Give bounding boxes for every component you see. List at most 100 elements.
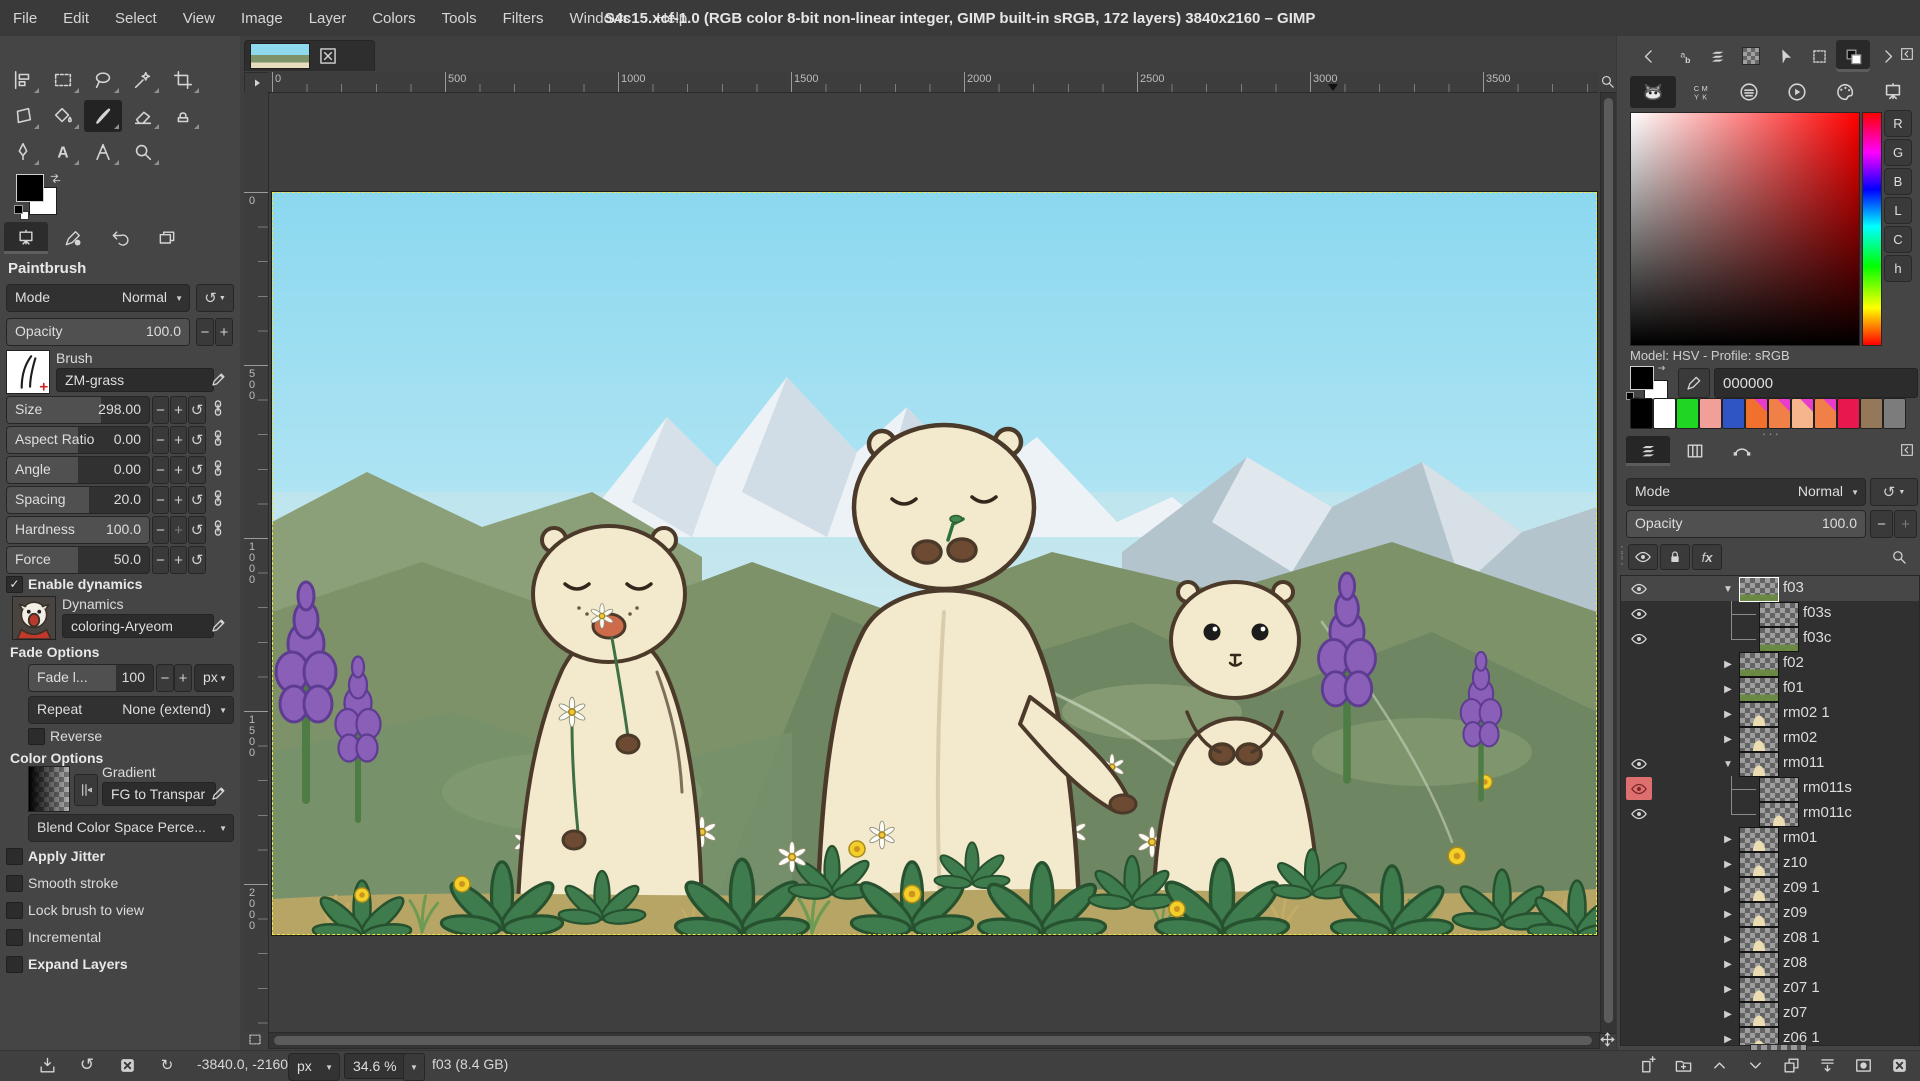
layer-row-z09_1[interactable]: ▶z09 1 — [1621, 876, 1919, 901]
tool-free-select[interactable] — [84, 64, 122, 96]
tool-clone[interactable] — [164, 100, 202, 132]
menu-select[interactable]: Select — [102, 10, 170, 27]
raise-button[interactable] — [1702, 1052, 1736, 1078]
tool-bucket-fill[interactable] — [44, 100, 82, 132]
tool-measure[interactable] — [84, 136, 122, 168]
layer-thumbnail[interactable] — [1759, 777, 1799, 802]
zoom-fit-corner-button[interactable] — [1599, 73, 1616, 90]
tool-fuzzy-select[interactable] — [124, 64, 162, 96]
mode-switch-button[interactable]: ↺▼ — [196, 284, 234, 312]
layer-mode-dropdown[interactable]: Mode Normal ▼ — [1626, 478, 1866, 506]
panel-tab-paths[interactable] — [1720, 436, 1764, 466]
reset-button[interactable]: ↻ — [150, 1052, 184, 1078]
layer-expander[interactable]: ▶ — [1720, 956, 1736, 972]
channel-button-R[interactable]: R — [1884, 110, 1912, 137]
layer-row-z07[interactable]: ▶z07 — [1621, 1001, 1919, 1026]
swatch-3[interactable] — [1699, 398, 1722, 429]
layer-visibility-toggle[interactable] — [1626, 777, 1652, 800]
layer-thumbnail[interactable] — [1739, 977, 1779, 1002]
aspect-ratio-slider[interactable]: Aspect Ratio 0.00 — [6, 426, 150, 454]
panel-resize-handle[interactable]: ⋮⋮ — [1615, 548, 1629, 562]
layer-expander[interactable]: ▶ — [1720, 656, 1736, 672]
channel-button-G[interactable]: G — [1884, 139, 1912, 166]
hardness-link-button[interactable] — [208, 518, 228, 541]
layer-thumbnail[interactable] — [1739, 927, 1779, 952]
layer-row-rm011s[interactable]: rm011s — [1621, 776, 1919, 801]
gradient-edit-icon[interactable] — [210, 784, 228, 802]
channel-button-B[interactable]: B — [1884, 168, 1912, 195]
dock-tab-device-status[interactable] — [51, 222, 95, 254]
force-increase-button[interactable]: + — [170, 546, 187, 574]
layer-row-z09[interactable]: ▶z09 — [1621, 901, 1919, 926]
tool-ink[interactable] — [4, 136, 42, 168]
layer-row-rm02_1[interactable]: ▶rm02 1 — [1621, 701, 1919, 726]
paint-mode-dropdown[interactable]: Mode Normal ▼ — [6, 284, 190, 312]
layer-row-z08_1[interactable]: ▶z08 1 — [1621, 926, 1919, 951]
layer-thumbnail[interactable] — [1739, 702, 1779, 727]
swap-colors-icon[interactable] — [48, 172, 63, 185]
layer-expander[interactable]: ▶ — [1720, 706, 1736, 722]
angle-reset-button[interactable]: ↺ — [188, 456, 206, 484]
fade-length-slider[interactable]: Fade l... 100 — [28, 664, 154, 692]
aspect-ratio-decrease-button[interactable]: − — [152, 426, 169, 454]
tool-text[interactable]: A — [44, 136, 82, 168]
layer-thumbnail[interactable] — [1739, 877, 1779, 902]
layer-thumbnail[interactable] — [1739, 1002, 1779, 1027]
dock-tab-patterns[interactable] — [1734, 40, 1768, 72]
layer-mode-switch-button[interactable]: ↺▼ — [1870, 478, 1918, 506]
angle-decrease-button[interactable]: − — [152, 456, 169, 484]
opacity-decrease-button[interactable]: − — [196, 318, 214, 346]
hue-bar[interactable] — [1862, 112, 1882, 346]
layer-opacity-slider[interactable]: Opacity 100.0 — [1626, 510, 1866, 538]
layer-visibility-toggle[interactable] — [1626, 952, 1652, 975]
swatch-8[interactable] — [1814, 398, 1837, 429]
channel-button-h[interactable]: h — [1884, 255, 1912, 282]
layer-thumbnail[interactable] — [1739, 652, 1779, 677]
layer-expander[interactable]: ▶ — [1720, 731, 1736, 747]
image-tab[interactable] — [244, 40, 375, 71]
layer-visibility-toggle[interactable] — [1626, 577, 1652, 600]
lock-brush-to-view-checkbox[interactable] — [6, 902, 23, 919]
hardness-decrease-button[interactable]: − — [152, 516, 169, 544]
layer-visibility-toggle[interactable] — [1626, 652, 1652, 675]
menu-edit[interactable]: Edit — [50, 10, 102, 27]
layer-row-z07_1[interactable]: ▶z07 1 — [1621, 976, 1919, 1001]
swatch-11[interactable] — [1883, 398, 1906, 429]
hardness-slider[interactable]: Hardness 100.0 — [6, 516, 150, 544]
mask-button[interactable] — [1846, 1052, 1880, 1078]
reverse-checkbox[interactable] — [28, 728, 45, 745]
angle-increase-button[interactable]: + — [170, 456, 187, 484]
dock-tab-tool-options[interactable] — [4, 222, 48, 254]
size-slider[interactable]: Size 298.00 — [6, 396, 150, 424]
menu-file[interactable]: File — [0, 10, 50, 27]
swatch-6[interactable] — [1768, 398, 1791, 429]
layer-opacity-decrease[interactable]: − — [1870, 510, 1893, 538]
hardness-reset-button[interactable]: ↺ — [188, 516, 206, 544]
merge-down-button[interactable] — [1810, 1052, 1844, 1078]
dock-tab-fonts[interactable]: ab — [1666, 40, 1700, 72]
tool-transform[interactable] — [4, 100, 42, 132]
color-tab-palette[interactable] — [1822, 76, 1868, 108]
panel-tab-layers[interactable] — [1626, 436, 1670, 466]
size-increase-button[interactable]: + — [170, 396, 187, 424]
dock-tab-undo-history[interactable] — [98, 222, 142, 254]
spacing-link-button[interactable] — [208, 488, 228, 511]
repeat-dropdown[interactable]: Repeat None (extend) ▼ — [28, 696, 234, 724]
blend-color-space-dropdown[interactable]: Blend Color Space Perce... ▼ — [28, 814, 234, 842]
layer-row-rm02[interactable]: ▶rm02 — [1621, 726, 1919, 751]
dock-tab-layer-stack[interactable] — [1700, 40, 1734, 72]
hardness-increase-button[interactable]: + — [170, 516, 187, 544]
layer-expander[interactable]: ▼ — [1720, 581, 1736, 597]
force-slider[interactable]: Force 50.0 — [6, 546, 150, 574]
layer-search-icon[interactable] — [1890, 548, 1908, 566]
layer-thumbnail[interactable] — [1739, 952, 1779, 977]
enable-dynamics-checkbox[interactable]: ✓ — [6, 576, 23, 593]
dynamics-preview[interactable] — [12, 596, 56, 640]
incremental-checkbox[interactable] — [6, 929, 23, 946]
layer-thumbnail[interactable] — [1739, 827, 1779, 852]
brush-preview[interactable] — [6, 350, 50, 394]
color-tab-cmyk[interactable]: CMYK — [1678, 76, 1724, 108]
dock-tab-chevron-left[interactable] — [1632, 40, 1666, 72]
horizontal-ruler[interactable]: 0500100015002000250030003500 — [268, 72, 1598, 93]
layer-visibility-toggle[interactable] — [1626, 927, 1652, 950]
